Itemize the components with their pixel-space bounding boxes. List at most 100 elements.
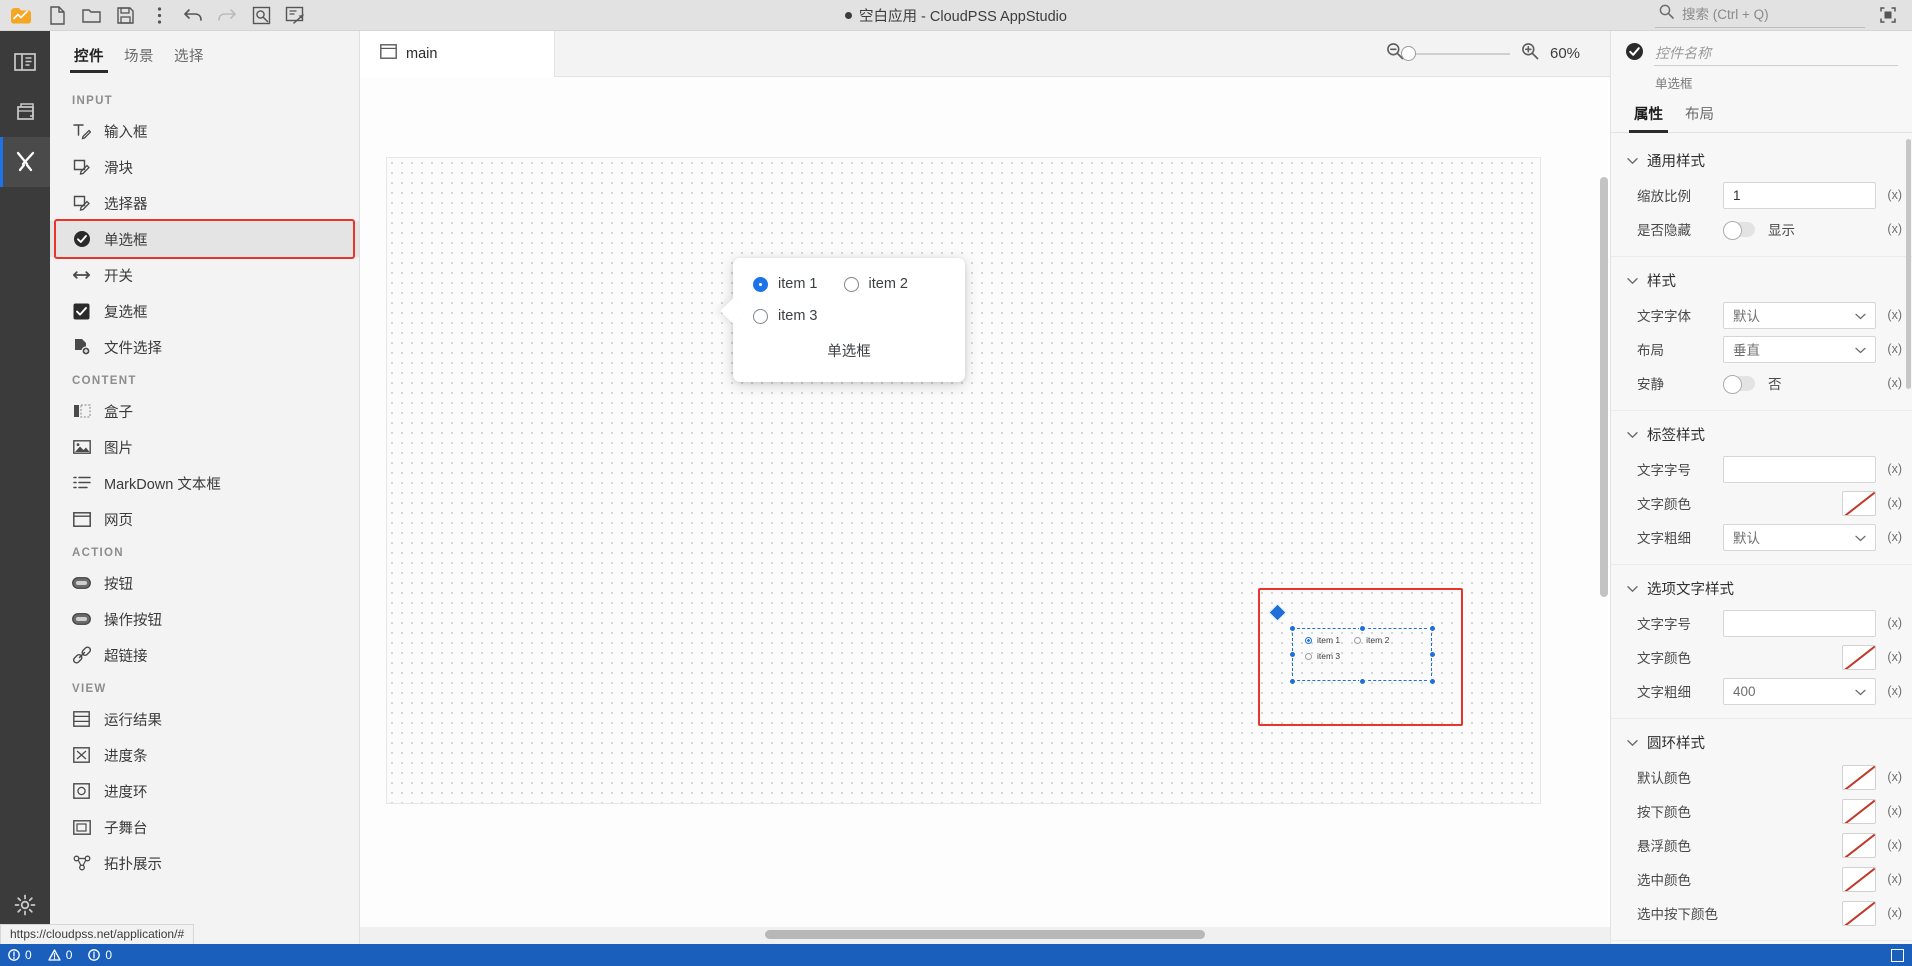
undo-button[interactable] bbox=[176, 1, 210, 29]
expression-toggle[interactable]: (x) bbox=[1876, 222, 1902, 236]
palette-item-action-button[interactable]: 操作按钮 bbox=[50, 601, 359, 637]
font-family-select[interactable]: 默认 bbox=[1723, 301, 1876, 329]
expression-toggle[interactable]: (x) bbox=[1876, 650, 1902, 664]
property-field[interactable] bbox=[1723, 644, 1876, 670]
rail-item-settings[interactable] bbox=[0, 880, 50, 930]
property-field[interactable]: 否 bbox=[1723, 373, 1876, 394]
ring-hover-color-swatch[interactable] bbox=[1842, 832, 1876, 858]
palette-item-progress-ring[interactable]: 进度环 bbox=[50, 773, 359, 809]
rail-item-tools[interactable] bbox=[0, 137, 50, 187]
rail-item-explorer[interactable] bbox=[0, 37, 50, 87]
palette-item-topology[interactable]: 拓扑展示 bbox=[50, 845, 359, 881]
document-tab-main[interactable]: main bbox=[360, 31, 555, 77]
ring-selected-color-swatch[interactable] bbox=[1842, 866, 1876, 892]
preview-option[interactable]: item 3 bbox=[753, 308, 818, 324]
canvas-vertical-scrollbar[interactable] bbox=[1600, 177, 1608, 597]
section-header[interactable]: 样式 bbox=[1611, 261, 1912, 298]
zoom-slider[interactable] bbox=[1401, 45, 1510, 61]
palette-item-text-input[interactable]: 输入框 bbox=[50, 113, 359, 149]
expression-toggle[interactable]: (x) bbox=[1876, 616, 1902, 630]
section-header[interactable]: 圆环样式 bbox=[1611, 723, 1912, 760]
option-font-weight-select[interactable]: 400 bbox=[1723, 677, 1876, 705]
resize-handle-e[interactable] bbox=[1429, 651, 1436, 658]
save-button[interactable] bbox=[108, 1, 142, 29]
tab-scenes[interactable]: 场景 bbox=[114, 45, 164, 73]
canvas-widget-option[interactable]: item 3 bbox=[1305, 651, 1340, 661]
option-color-swatch[interactable] bbox=[1842, 644, 1876, 670]
new-file-button[interactable] bbox=[40, 1, 74, 29]
search-input[interactable] bbox=[1682, 6, 1861, 22]
property-field[interactable]: 垂直 bbox=[1723, 335, 1876, 363]
tab-selection[interactable]: 选择 bbox=[164, 45, 214, 73]
palette-item-file-picker[interactable]: 文件选择 bbox=[50, 329, 359, 365]
palette-item-switch[interactable]: 开关 bbox=[50, 257, 359, 293]
design-stage[interactable]: item 1 item 2 item 3 bbox=[386, 157, 1541, 804]
palette-item-radio[interactable]: 单选框 bbox=[50, 219, 359, 259]
tab-widgets[interactable]: 控件 bbox=[64, 45, 114, 73]
section-header[interactable]: 通用样式 bbox=[1611, 141, 1912, 178]
resize-handle-ne[interactable] bbox=[1429, 625, 1436, 632]
expression-toggle[interactable]: (x) bbox=[1876, 838, 1902, 852]
palette-item-progress-bar[interactable]: 进度条 bbox=[50, 737, 359, 773]
palette-item-result[interactable]: 运行结果 bbox=[50, 701, 359, 737]
property-field[interactable]: 显示 bbox=[1723, 219, 1876, 240]
canvas[interactable]: item 1 item 2 item 3 item 1 item 2 item … bbox=[360, 77, 1610, 944]
component-name-input[interactable] bbox=[1654, 42, 1898, 66]
palette-item-slider[interactable]: 滑块 bbox=[50, 149, 359, 185]
global-search[interactable] bbox=[1655, 2, 1865, 28]
property-field[interactable] bbox=[1723, 900, 1876, 926]
section-header[interactable]: 选项文字样式 bbox=[1611, 569, 1912, 606]
more-options-button[interactable] bbox=[142, 1, 176, 29]
property-field[interactable] bbox=[1723, 798, 1876, 824]
preview-button[interactable] bbox=[244, 1, 278, 29]
expression-toggle[interactable]: (x) bbox=[1876, 342, 1902, 356]
palette-item-markdown[interactable]: MarkDown 文本框 bbox=[50, 465, 359, 501]
resize-handle-n[interactable] bbox=[1359, 625, 1366, 632]
property-field[interactable] bbox=[1723, 764, 1876, 790]
preview-option[interactable]: item 2 bbox=[843, 276, 908, 292]
property-field[interactable] bbox=[1723, 455, 1876, 483]
canvas-horizontal-scrollbar-thumb[interactable] bbox=[765, 930, 1205, 939]
property-field[interactable]: 默认 bbox=[1723, 301, 1876, 329]
properties-body[interactable]: 通用样式 缩放比例 (x) 是否隐藏 显示 bbox=[1611, 133, 1912, 944]
palette-item-button[interactable]: 按钮 bbox=[50, 565, 359, 601]
label-font-size-input[interactable] bbox=[1723, 455, 1876, 483]
expression-toggle[interactable]: (x) bbox=[1876, 804, 1902, 818]
palette-item-box[interactable]: 盒子 bbox=[50, 393, 359, 429]
resize-handle-se[interactable] bbox=[1429, 678, 1436, 685]
palette-item-image[interactable]: 图片 bbox=[50, 429, 359, 465]
canvas-radio-widget[interactable]: item 1 item 2 item 3 bbox=[1289, 625, 1436, 685]
tab-layout[interactable]: 布局 bbox=[1676, 103, 1723, 132]
hidden-toggle[interactable] bbox=[1723, 220, 1755, 240]
expression-toggle[interactable]: (x) bbox=[1876, 376, 1902, 390]
redo-button[interactable] bbox=[210, 1, 244, 29]
tab-properties[interactable]: 属性 bbox=[1625, 103, 1672, 133]
warning-count[interactable]: 0 bbox=[48, 948, 72, 962]
expression-toggle[interactable]: (x) bbox=[1876, 188, 1902, 202]
info-count[interactable]: 0 bbox=[88, 948, 112, 962]
ring-default-color-swatch[interactable] bbox=[1842, 764, 1876, 790]
property-field[interactable] bbox=[1723, 866, 1876, 892]
resize-handle-sw[interactable] bbox=[1289, 678, 1296, 685]
label-color-swatch[interactable] bbox=[1842, 490, 1876, 516]
ring-pressed-color-swatch[interactable] bbox=[1842, 798, 1876, 824]
resize-handle-nw[interactable] bbox=[1289, 625, 1296, 632]
label-font-weight-select[interactable]: 默认 bbox=[1723, 523, 1876, 551]
canvas-widget-option[interactable]: item 2 bbox=[1354, 635, 1389, 645]
publish-button[interactable] bbox=[278, 1, 312, 29]
property-field[interactable] bbox=[1723, 181, 1876, 209]
expression-toggle[interactable]: (x) bbox=[1876, 906, 1902, 920]
open-folder-button[interactable] bbox=[74, 1, 108, 29]
property-field[interactable] bbox=[1723, 490, 1876, 516]
property-field[interactable]: 400 bbox=[1723, 677, 1876, 705]
ring-selected-pressed-color-swatch[interactable] bbox=[1842, 900, 1876, 926]
property-field[interactable]: 默认 bbox=[1723, 523, 1876, 551]
palette-item-link[interactable]: 超链接 bbox=[50, 637, 359, 673]
error-count[interactable]: 0 bbox=[8, 948, 32, 962]
preview-option[interactable]: item 1 bbox=[753, 276, 818, 292]
resize-handle-s[interactable] bbox=[1359, 678, 1366, 685]
maximize-button[interactable] bbox=[1871, 1, 1905, 29]
expression-toggle[interactable]: (x) bbox=[1876, 872, 1902, 886]
palette-item-checkbox[interactable]: 复选框 bbox=[50, 293, 359, 329]
status-bar-right[interactable] bbox=[1891, 948, 1904, 962]
